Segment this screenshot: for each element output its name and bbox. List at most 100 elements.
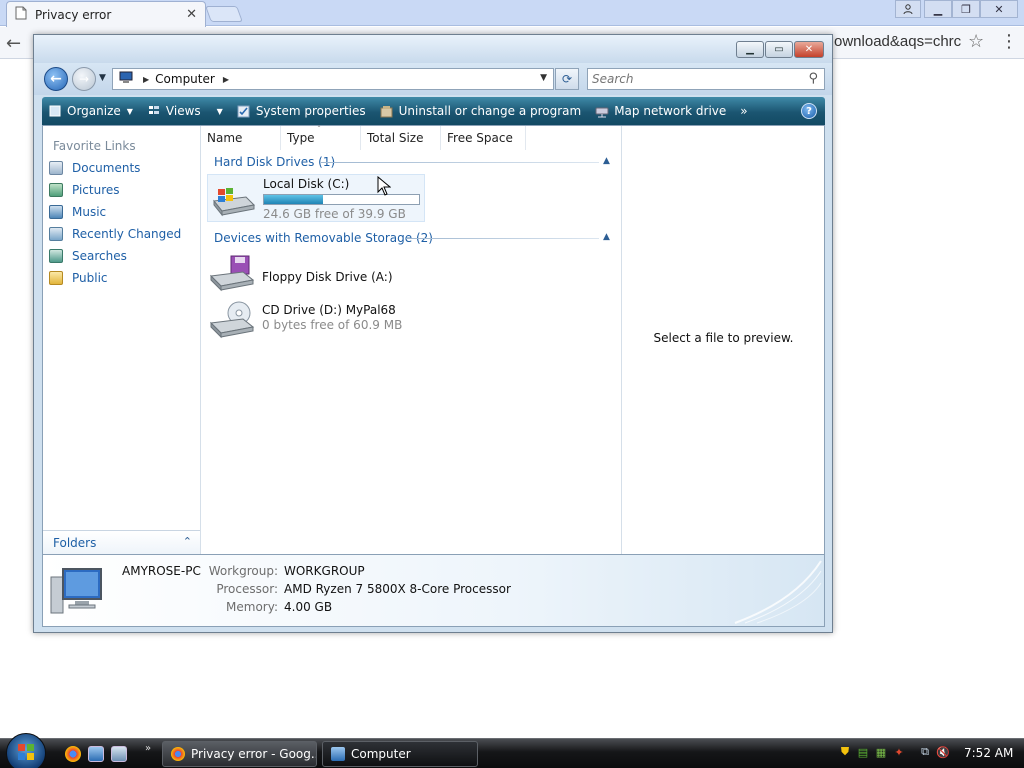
alert-icon[interactable]: ✦ xyxy=(892,744,906,760)
views-icon xyxy=(147,104,161,118)
preview-placeholder: Select a file to preview. xyxy=(653,331,794,345)
drive-cd-d[interactable]: CD Drive (D:) MyPal68 0 bytes free of 60… xyxy=(207,295,425,343)
group-divider xyxy=(406,238,599,239)
memory-value: 4.00 GB xyxy=(284,600,333,614)
explorer-window: ▁ ▭ ✕ ← → ▼ ▶ Computer ▶ ▼ ⟳ ⚲ Organize … xyxy=(33,34,833,633)
drive-floppy-a[interactable]: Floppy Disk Drive (A:) xyxy=(207,248,425,296)
network-icon[interactable]: ⧉ xyxy=(918,744,932,760)
taskbar-button-computer[interactable]: Computer xyxy=(322,741,478,767)
browser-menu-icon[interactable]: ⋮ xyxy=(1000,31,1018,52)
switch-windows-icon[interactable] xyxy=(111,746,127,762)
navigation-pane: Favorite Links Documents Pictures Music … xyxy=(43,126,201,554)
recent-pages-dropdown[interactable]: ▼ xyxy=(99,73,106,83)
breadcrumb-computer[interactable]: Computer xyxy=(155,72,215,86)
update-icon[interactable]: ▤ xyxy=(856,744,870,760)
new-tab-button[interactable] xyxy=(205,6,243,22)
views-label: Views xyxy=(165,104,201,118)
favorite-link-label: Searches xyxy=(72,249,127,263)
organize-button[interactable]: Organize ▼ xyxy=(48,104,133,118)
more-commands-button[interactable]: » xyxy=(740,104,747,118)
uninstall-program-button[interactable]: Uninstall or change a program xyxy=(380,104,582,118)
content-area: Favorite Links Documents Pictures Music … xyxy=(42,125,825,555)
search-input[interactable] xyxy=(588,69,788,89)
show-desktop-icon[interactable] xyxy=(88,746,104,762)
network-status-icon[interactable]: ▦ xyxy=(874,744,888,760)
uninstall-program-label: Uninstall or change a program xyxy=(398,104,582,118)
disk-usage-fill xyxy=(264,195,323,204)
breadcrumb-separator[interactable]: ▶ xyxy=(223,75,229,84)
network-drive-icon xyxy=(595,104,609,118)
clock[interactable]: 7:52 AM xyxy=(964,746,1013,760)
chrome-quicklaunch-icon[interactable] xyxy=(65,746,81,762)
computer-icon xyxy=(331,747,345,761)
favorite-links-title: Favorite Links xyxy=(53,139,136,153)
help-icon[interactable]: ? xyxy=(801,103,817,119)
browser-restore-button[interactable]: ❐ xyxy=(952,0,980,18)
collapse-group-icon[interactable]: ▲ xyxy=(603,232,610,242)
bookmark-star-icon[interactable]: ☆ xyxy=(968,31,984,52)
address-bar[interactable]: ▶ Computer ▶ ▼ xyxy=(112,68,554,90)
column-header-free-space[interactable]: Free Space xyxy=(441,126,526,150)
folders-toggle[interactable]: Folders ⌃ xyxy=(43,530,200,554)
quicklaunch-more-icon[interactable]: » xyxy=(145,743,151,754)
disk-usage-bar xyxy=(263,194,420,205)
search-icon[interactable]: ⚲ xyxy=(808,71,818,86)
pictures-icon xyxy=(49,183,63,197)
browser-tab[interactable]: Privacy error ✕ xyxy=(6,1,206,27)
views-button[interactable]: Views ▼ xyxy=(147,104,223,118)
favorite-link-pictures[interactable]: Pictures xyxy=(49,180,120,200)
window-titlebar[interactable]: ▁ ▭ ✕ xyxy=(34,35,832,63)
column-headers: Name Type ˆ Total Size Free Space xyxy=(201,125,621,150)
security-shield-icon[interactable]: ⛊ xyxy=(838,744,852,760)
favorite-link-public[interactable]: Public xyxy=(49,268,108,288)
mouse-cursor-icon xyxy=(377,175,392,199)
documents-icon xyxy=(49,161,63,175)
omnibox-text[interactable]: ownload&aqs=chrc xyxy=(834,33,970,50)
taskbar-button-chrome[interactable]: Privacy error - Goog... xyxy=(162,741,317,767)
chevron-up-icon: ⌃ xyxy=(182,535,192,548)
volume-muted-icon[interactable]: 🔇 xyxy=(936,744,950,760)
search-box[interactable]: ⚲ xyxy=(587,68,825,90)
processor-label: Processor: xyxy=(216,582,278,596)
map-network-drive-label: Map network drive xyxy=(614,104,727,118)
favorite-link-documents[interactable]: Documents xyxy=(49,158,140,178)
column-header-total-size[interactable]: Total Size xyxy=(361,126,441,150)
start-button[interactable] xyxy=(6,733,46,768)
column-header-label: Free Space xyxy=(447,131,513,145)
group-header-hard-disk-drives[interactable]: Hard Disk Drives (1) xyxy=(214,154,335,170)
browser-back-icon[interactable]: ← xyxy=(6,33,21,54)
browser-close-button[interactable]: ✕ xyxy=(980,0,1018,18)
command-bar: Organize ▼ Views ▼ System properties Uni… xyxy=(42,97,825,125)
system-properties-label: System properties xyxy=(255,104,366,118)
back-button[interactable]: ← xyxy=(44,67,68,91)
system-properties-button[interactable]: System properties xyxy=(237,104,366,118)
refresh-button[interactable]: ⟳ xyxy=(555,68,579,90)
computer-name: AMYROSE-PC xyxy=(122,564,201,578)
column-header-name[interactable]: Name xyxy=(201,126,281,150)
group-header-removable-storage[interactable]: Devices with Removable Storage (2) xyxy=(214,230,433,246)
address-dropdown-icon[interactable]: ▼ xyxy=(540,73,547,83)
close-tab-icon[interactable]: ✕ xyxy=(186,7,197,22)
hard-disk-icon xyxy=(210,181,256,219)
forward-button[interactable]: → xyxy=(72,67,96,91)
favorite-link-recently-changed[interactable]: Recently Changed xyxy=(49,224,181,244)
minimize-button[interactable]: ▁ xyxy=(736,41,764,58)
taskbar-button-label: Privacy error - Goog... xyxy=(191,747,317,761)
folders-label: Folders xyxy=(53,535,97,550)
processor-value: AMD Ryzen 7 5800X 8-Core Processor xyxy=(284,582,511,596)
drive-local-disk-c[interactable]: Local Disk (C:) 24.6 GB free of 39.9 GB xyxy=(207,174,425,222)
maximize-button[interactable]: ▭ xyxy=(765,41,793,58)
favorite-link-searches[interactable]: Searches xyxy=(49,246,127,266)
browser-minimize-button[interactable]: ▁ xyxy=(924,0,952,18)
collapse-group-icon[interactable]: ▲ xyxy=(603,156,610,166)
breadcrumb-separator[interactable]: ▶ xyxy=(143,75,149,84)
favorite-link-music[interactable]: Music xyxy=(49,202,106,222)
public-folder-icon xyxy=(49,271,63,285)
map-network-drive-button[interactable]: Map network drive xyxy=(595,104,726,118)
close-button[interactable]: ✕ xyxy=(794,41,824,58)
column-header-type[interactable]: Type ˆ xyxy=(281,125,361,150)
chevron-down-icon: ▼ xyxy=(126,106,133,116)
taskbar: » Privacy error - Goog... Computer ⛊ ▤ ▦… xyxy=(0,733,1024,768)
floppy-drive-icon xyxy=(209,254,255,292)
profile-icon[interactable] xyxy=(895,0,921,18)
